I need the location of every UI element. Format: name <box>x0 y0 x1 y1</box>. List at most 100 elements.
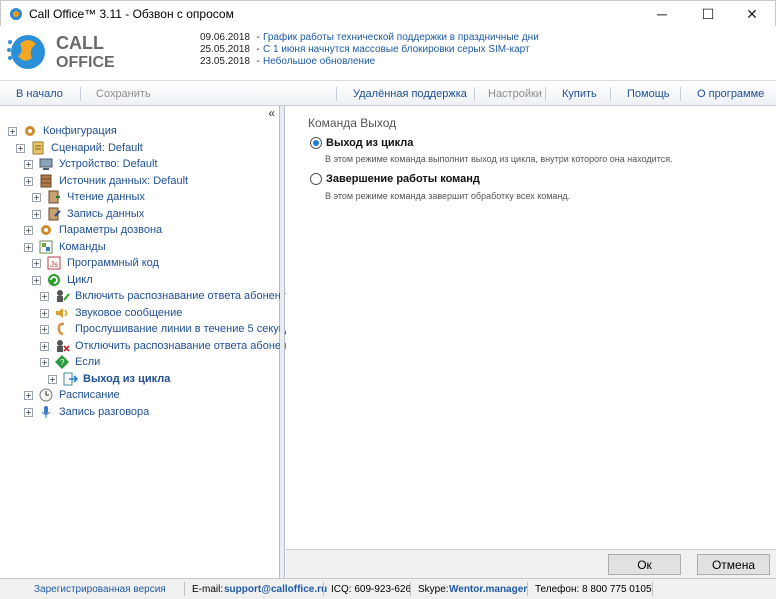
tree-item-label: Цикл <box>67 274 93 286</box>
tree-item-label: Включить распознавание ответа абонента <box>75 290 292 302</box>
exit-loop-icon <box>63 372 78 386</box>
expand-toggle[interactable]: + <box>24 225 33 235</box>
remote-support-button[interactable]: Удалённая поддержка <box>353 88 467 100</box>
gear-icon <box>25 126 35 136</box>
cancel-button[interactable]: Отмена <box>697 554 770 575</box>
option-description: В этом режиме команда завершит обработку… <box>325 191 571 201</box>
expand-toggle[interactable]: + <box>16 143 25 153</box>
expand-toggle[interactable]: + <box>32 192 41 202</box>
expand-toggle[interactable]: + <box>40 357 49 367</box>
command-properties: Команда Выход Выход из цикла В этом режи… <box>286 106 776 549</box>
expand-toggle[interactable]: + <box>8 126 17 136</box>
tree-item-device[interactable]: + Устройство: Default <box>24 156 158 172</box>
tree-item-listen-line[interactable]: + Прослушивание линии в течение 5 секунд <box>40 321 291 337</box>
news-date: 25.05.2018 <box>199 44 250 55</box>
collapse-panel-button[interactable]: « <box>268 106 275 120</box>
tree-item-schedule[interactable]: + Расписание <box>24 387 120 403</box>
toolbar-divider <box>610 87 611 101</box>
expand-toggle[interactable]: + <box>24 407 33 417</box>
ear-icon <box>57 322 65 336</box>
radio-stop-commands[interactable] <box>310 173 322 185</box>
tree-item-configuration[interactable]: + Конфигурация <box>8 123 117 139</box>
read-data-icon <box>48 190 60 204</box>
write-data-icon <box>48 207 61 221</box>
news-dash: - <box>256 32 260 43</box>
toolbar-divider <box>680 87 681 101</box>
toolbar-divider <box>336 87 337 101</box>
settings-button[interactable]: Настройки <box>488 88 542 100</box>
tree-item-data-source[interactable]: + Источник данных: Default <box>24 173 188 189</box>
news-link[interactable]: График работы технической поддержки в пр… <box>263 32 539 43</box>
news-dash: - <box>256 44 260 55</box>
expand-toggle[interactable]: + <box>32 275 41 285</box>
tree-item-scenario[interactable]: + Сценарий: Default <box>16 140 143 156</box>
tree-item-commands[interactable]: + Команды <box>24 239 106 255</box>
about-button[interactable]: О программе <box>697 88 764 100</box>
option-exit-loop[interactable]: Выход из цикла <box>310 137 413 149</box>
news-link[interactable]: С 1 июня начнутся массовые блокировки се… <box>263 44 530 55</box>
svg-text:CALL: CALL <box>56 33 104 53</box>
expand-toggle[interactable]: + <box>40 341 49 351</box>
save-button[interactable]: Сохранить <box>96 88 151 100</box>
tree-item-recognition-on[interactable]: + Включить распознавание ответа абонента <box>40 288 292 304</box>
status-divider <box>323 582 324 596</box>
tree-item-exit-loop[interactable]: + Выход из цикла <box>48 371 170 387</box>
device-icon <box>39 158 53 170</box>
skype-link[interactable]: Wentor.manager <box>449 584 527 595</box>
tree-item-if[interactable]: + ? Если <box>40 354 100 370</box>
option-stop-commands[interactable]: Завершение работы команд <box>310 173 480 185</box>
expand-toggle[interactable]: + <box>40 324 49 334</box>
ok-button[interactable]: Ок <box>608 554 681 575</box>
app-icon <box>10 8 22 20</box>
news-list: 09.06.2018- График работы технической под… <box>180 32 539 68</box>
icq-info: ICQ: 609-923-626 <box>331 584 412 595</box>
skype-label: Skype: <box>418 584 449 595</box>
window-title: Call Office™ 3.11 - Обзвон с опросом <box>29 7 234 21</box>
tree-item-label: Если <box>75 356 101 368</box>
tree-item-call-recording[interactable]: + Запись разговора <box>24 404 149 420</box>
expand-toggle[interactable]: + <box>24 390 33 400</box>
option-label: Выход из цикла <box>326 137 414 149</box>
expand-toggle[interactable]: + <box>24 242 33 252</box>
expand-toggle[interactable]: + <box>32 209 41 219</box>
tree-item-write-data[interactable]: + Запись данных <box>32 206 144 222</box>
tree-item-label: Запись разговора <box>59 406 150 418</box>
expand-toggle[interactable]: + <box>40 291 49 301</box>
close-button[interactable]: ✕ <box>729 1 775 27</box>
status-divider <box>527 582 528 596</box>
expand-toggle[interactable]: + <box>40 308 49 318</box>
recognize-off-icon <box>57 340 70 352</box>
home-button[interactable]: В начало <box>16 88 63 100</box>
panel-splitter[interactable] <box>280 106 285 578</box>
minimize-button[interactable]: ─ <box>639 1 685 27</box>
tree-item-sound-message[interactable]: + Звуковое сообщение <box>40 305 182 321</box>
tree-item-recognition-off[interactable]: + Отключить распознавание ответа абонент… <box>40 338 298 354</box>
tree-item-dial-settings[interactable]: + Параметры дозвона <box>24 222 162 238</box>
svg-text:?: ? <box>60 358 65 367</box>
status-divider <box>652 582 653 596</box>
help-button[interactable]: Помощь <box>627 88 670 100</box>
tree-item-label: Параметры дозвона <box>59 224 163 236</box>
tree-item-label: Выход из цикла <box>83 373 171 385</box>
status-divider <box>410 582 411 596</box>
recognize-on-icon <box>57 290 70 302</box>
email-link[interactable]: support@calloffice.ru <box>224 584 327 595</box>
tree-item-label: Устройство: Default <box>59 158 158 170</box>
registered-version-link[interactable]: Зарегистрированная версия <box>34 584 166 595</box>
buy-button[interactable]: Купить <box>562 88 597 100</box>
expand-toggle[interactable]: + <box>48 374 57 384</box>
expand-toggle[interactable]: + <box>32 258 41 268</box>
news-dash: - <box>256 56 260 67</box>
news-link[interactable]: Небольшое обновление <box>263 56 375 67</box>
toolbar: В начало Сохранить Удалённая поддержка Н… <box>0 80 776 106</box>
database-icon <box>40 174 52 188</box>
expand-toggle[interactable]: + <box>24 159 33 169</box>
tree-item-loop[interactable]: + Цикл <box>32 272 93 288</box>
radio-exit-loop[interactable] <box>310 137 322 149</box>
expand-toggle[interactable]: + <box>24 176 33 186</box>
maximize-button[interactable]: ☐ <box>685 1 731 27</box>
dial-settings-icon <box>41 225 51 235</box>
tree-item-program-code[interactable]: + Js Программный код <box>32 255 159 271</box>
tree-item-read-data[interactable]: + Чтение данных <box>32 189 145 205</box>
tree-item-label: Прослушивание линии в течение 5 секунд <box>75 323 292 335</box>
